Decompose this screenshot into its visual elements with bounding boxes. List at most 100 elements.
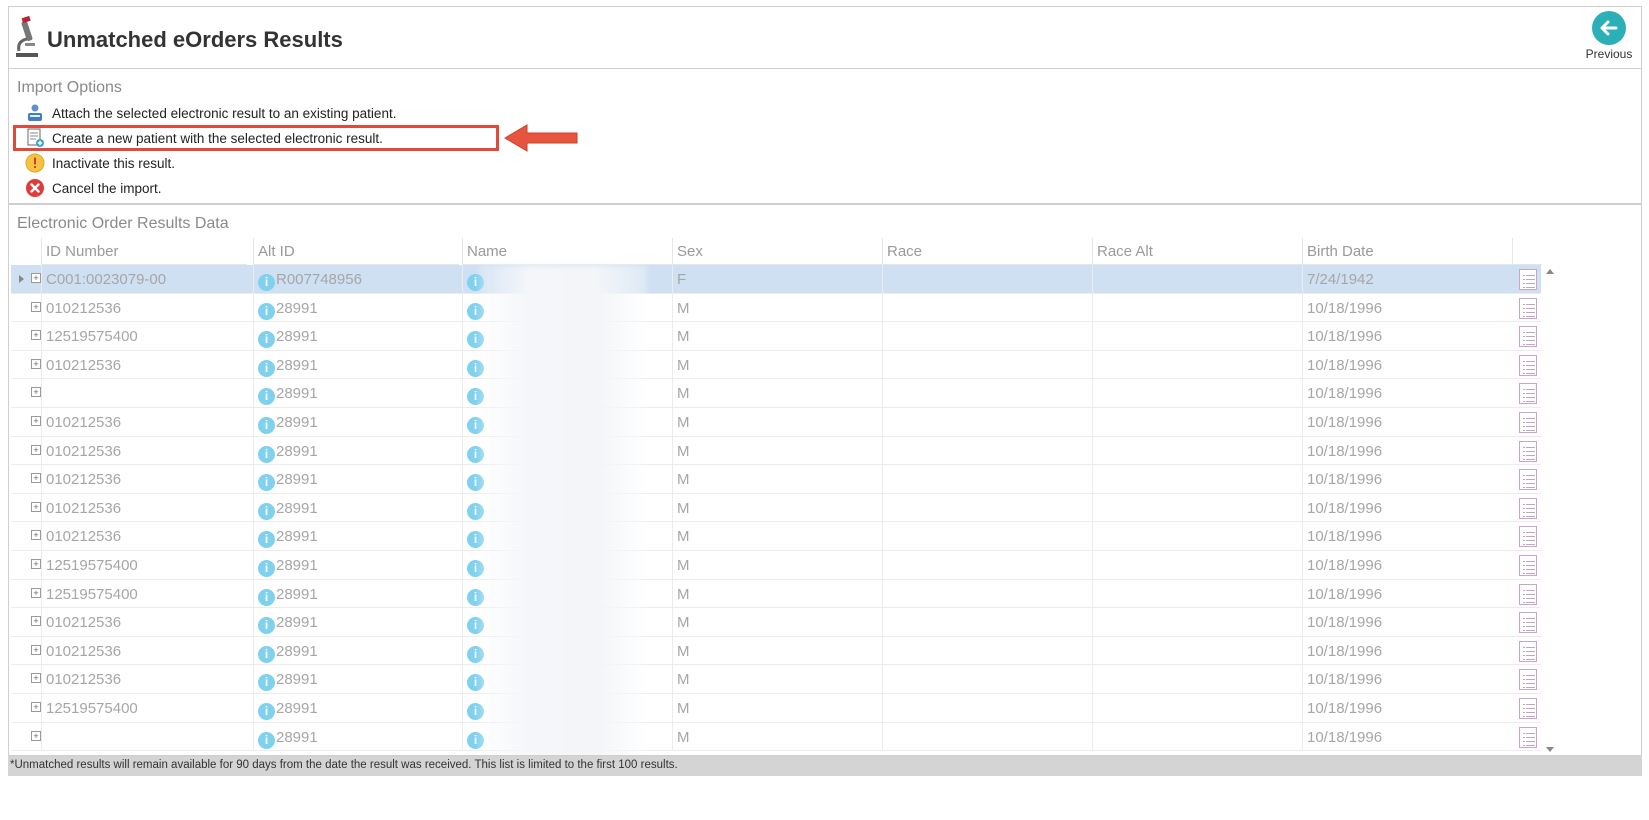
report-document-icon[interactable] xyxy=(1519,583,1537,605)
cell-race xyxy=(882,522,1092,550)
report-document-icon[interactable] xyxy=(1519,297,1537,319)
report-document-icon[interactable] xyxy=(1519,669,1537,691)
report-document-icon[interactable] xyxy=(1519,354,1537,376)
info-icon[interactable]: i xyxy=(258,645,275,663)
column-header-sex[interactable]: Sex xyxy=(672,238,882,265)
cell-race xyxy=(882,322,1092,350)
cell-alt-id: i 28991 xyxy=(253,322,462,350)
report-document-icon[interactable] xyxy=(1519,326,1537,348)
cell-id-number-text: 010212536 xyxy=(46,671,122,689)
header: Unmatched eOrders Results Previous xyxy=(8,6,1642,68)
table-row[interactable]: +12519575400 i 28991 i M 10/18/1996 xyxy=(11,322,1541,351)
info-icon[interactable]: i xyxy=(258,531,275,549)
report-document-icon[interactable] xyxy=(1519,269,1537,290)
report-document-icon[interactable] xyxy=(1519,612,1537,634)
cell-birth-date-text: 10/18/1996 xyxy=(1307,299,1383,317)
column-header-name[interactable]: Name xyxy=(462,238,672,265)
table-row[interactable]: +12519575400 i 28991 i M 10/18/1996 xyxy=(11,551,1541,580)
report-document-icon[interactable] xyxy=(1519,640,1537,662)
cell-alt-id-text: 28991 xyxy=(276,528,318,546)
info-icon[interactable]: i xyxy=(258,359,275,377)
cancel-import-option[interactable]: Cancel the import. xyxy=(25,177,162,199)
table-row[interactable]: +010212536 i 28991 i M 10/18/1996 xyxy=(11,465,1541,494)
table-row[interactable]: +010212536 i 28991 i M 10/18/1996 xyxy=(11,493,1541,523)
table-row[interactable]: +010212536 i 28991 i M 10/18/1996 xyxy=(11,522,1541,551)
expand-row-icon[interactable]: + xyxy=(31,387,41,398)
table-row[interactable]: + i 28991 i M 10/18/1996 xyxy=(11,379,1541,408)
expand-row-icon[interactable]: + xyxy=(31,702,41,712)
attach-existing-patient-option[interactable]: Attach the selected electronic result to… xyxy=(25,102,396,124)
info-icon[interactable]: i xyxy=(258,617,275,635)
cell-id-number xyxy=(41,379,253,407)
table-row[interactable]: +010212536 i 28991 i M 10/18/1996 xyxy=(11,408,1541,437)
previous-button[interactable]: Previous xyxy=(1581,11,1637,67)
cell-alt-id: i 28991 xyxy=(253,522,462,550)
vertical-scrollbar[interactable] xyxy=(1542,265,1558,755)
column-header-id-number[interactable]: ID Number xyxy=(41,238,247,265)
table-row[interactable]: +12519575400 i 28991 i M 10/18/1996 xyxy=(11,694,1541,723)
table-row[interactable]: + C001:0023079-00 i R007748956 i F 7/24/1942 xyxy=(11,265,1541,294)
info-icon[interactable]: i xyxy=(258,731,275,749)
report-document-icon[interactable] xyxy=(1519,497,1537,519)
column-header-alt-id[interactable]: Alt ID xyxy=(253,238,459,265)
report-document-icon[interactable] xyxy=(1519,726,1537,748)
cell-race-alt xyxy=(1092,293,1302,322)
table-row[interactable]: +010212536 i 28991 i M 10/18/1996 xyxy=(11,293,1541,323)
expand-row-icon[interactable]: + xyxy=(31,330,41,341)
info-icon[interactable]: i xyxy=(258,560,275,577)
info-icon[interactable]: i xyxy=(258,703,275,720)
expand-row-icon[interactable]: + xyxy=(31,301,41,312)
cell-id-number-text: 12519575400 xyxy=(46,328,138,346)
table-row[interactable]: +010212536 i 28991 i M 10/18/1996 xyxy=(11,350,1541,380)
redacted-names xyxy=(479,265,647,755)
expand-row-icon[interactable]: + xyxy=(31,730,41,741)
expand-row-icon[interactable]: + xyxy=(31,273,41,283)
column-header-race[interactable]: Race xyxy=(882,238,1092,265)
cell-id-number: 12519575400 xyxy=(41,551,253,579)
info-icon[interactable]: i xyxy=(258,502,275,520)
table-row[interactable]: +010212536 i 28991 i M 10/18/1996 xyxy=(11,636,1541,666)
expand-row-icon[interactable]: + xyxy=(31,673,41,684)
info-icon[interactable]: i xyxy=(258,331,275,349)
info-icon[interactable]: i xyxy=(258,674,275,692)
column-header-birth-date[interactable]: Birth Date xyxy=(1302,238,1512,265)
table-row[interactable]: +12519575400 i 28991 i M 10/18/1996 xyxy=(11,579,1541,609)
expand-row-icon[interactable]: + xyxy=(31,416,41,426)
inactivate-result-option[interactable]: Inactivate this result. xyxy=(25,152,175,174)
info-icon[interactable]: i xyxy=(258,445,275,463)
info-icon[interactable]: i xyxy=(258,302,275,320)
report-document-icon[interactable] xyxy=(1519,526,1537,548)
cell-birth-date-text: 10/18/1996 xyxy=(1307,642,1383,660)
report-document-icon[interactable] xyxy=(1519,555,1537,576)
table-row[interactable]: +010212536 i 28991 i M 10/18/1996 xyxy=(11,665,1541,694)
info-icon[interactable]: i xyxy=(258,388,275,406)
expand-row-icon[interactable]: + xyxy=(31,587,41,598)
expand-row-icon[interactable]: + xyxy=(31,616,41,627)
expand-row-icon[interactable]: + xyxy=(31,358,41,369)
cell-id-number: 010212536 xyxy=(41,665,253,693)
report-document-icon[interactable] xyxy=(1519,698,1537,719)
table-row[interactable]: +010212536 i 28991 i M 10/18/1996 xyxy=(11,436,1541,466)
report-document-icon[interactable] xyxy=(1519,383,1537,405)
cell-alt-id: i 28991 xyxy=(253,694,462,722)
cell-race-alt xyxy=(1092,379,1302,407)
info-icon[interactable]: i xyxy=(258,588,275,606)
expand-row-icon[interactable]: + xyxy=(31,444,41,455)
scroll-down-icon[interactable] xyxy=(1546,747,1554,752)
expand-row-icon[interactable]: + xyxy=(31,501,41,512)
info-icon[interactable]: i xyxy=(258,417,275,434)
report-document-icon[interactable] xyxy=(1519,412,1537,433)
expand-row-icon[interactable]: + xyxy=(31,559,41,569)
table-row[interactable]: +010212536 i 28991 i M 10/18/1996 xyxy=(11,608,1541,637)
report-document-icon[interactable] xyxy=(1519,469,1537,491)
info-icon[interactable]: i xyxy=(258,474,275,492)
scroll-up-icon[interactable] xyxy=(1546,269,1554,274)
expand-row-icon[interactable]: + xyxy=(31,530,41,541)
info-icon[interactable]: i xyxy=(258,274,275,291)
expand-row-icon[interactable]: + xyxy=(31,473,41,484)
expand-row-icon[interactable]: + xyxy=(31,644,41,655)
table-row[interactable]: + i 28991 i M 10/18/1996 xyxy=(11,722,1541,752)
cell-id-number-text: 010212536 xyxy=(46,471,122,489)
column-header-race-alt[interactable]: Race Alt xyxy=(1092,238,1302,265)
report-document-icon[interactable] xyxy=(1519,440,1537,462)
